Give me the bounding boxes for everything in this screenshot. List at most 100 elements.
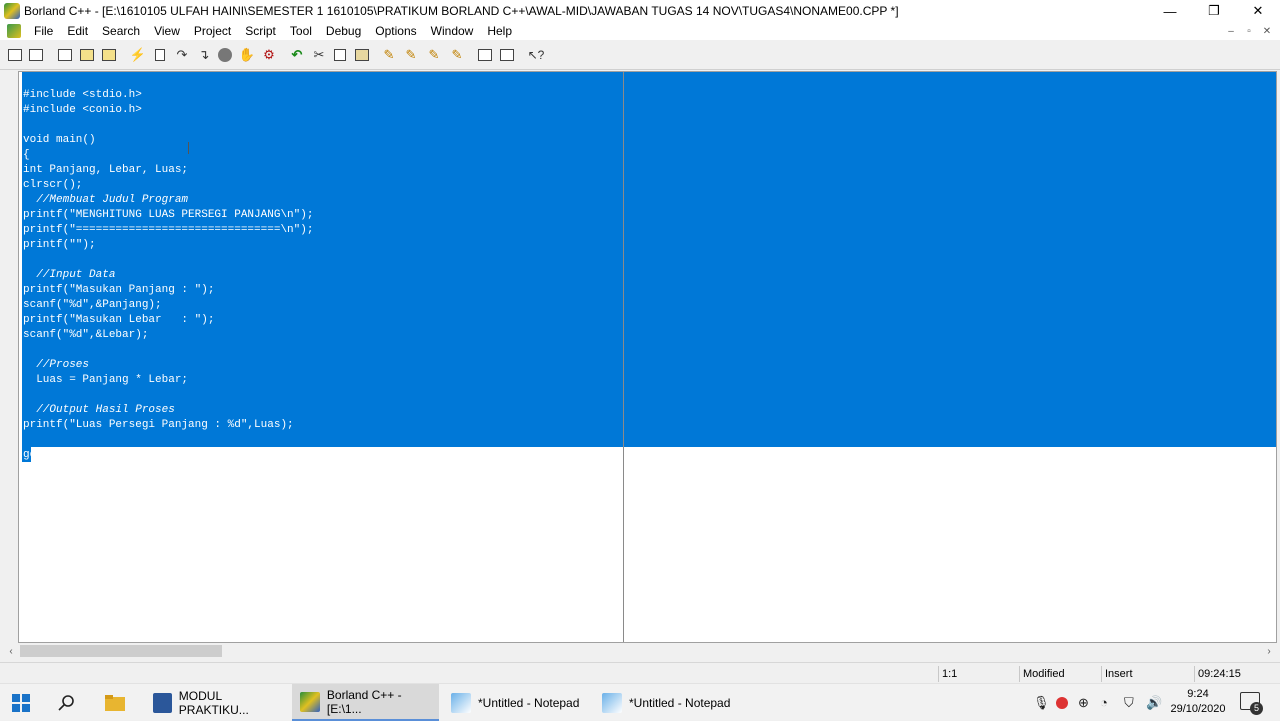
notepad-icon — [451, 692, 471, 713]
notification-center-icon[interactable]: 5 — [1240, 692, 1263, 715]
code-comment-line: //Input Data — [23, 269, 116, 281]
menu-view[interactable]: View — [147, 22, 187, 40]
open-project-icon[interactable] — [27, 46, 45, 64]
windows-start-icon[interactable] — [12, 684, 34, 721]
menu-edit[interactable]: Edit — [60, 22, 95, 40]
scroll-left-button[interactable]: ‹ — [3, 643, 19, 659]
step-over-icon[interactable]: ↷ — [173, 46, 191, 64]
code-line: scanf("%d",&Panjang); — [23, 299, 162, 311]
menu-script[interactable]: Script — [238, 22, 283, 40]
wifi-icon[interactable]: ◔ — [1100, 684, 1116, 721]
task-label: MODUL PRAKTIKU... — [178, 688, 249, 717]
make-icon[interactable]: ⚡ — [129, 46, 147, 64]
search-again-icon[interactable]: ✎ — [425, 46, 443, 64]
help-icon[interactable]: ↖? — [527, 46, 545, 64]
code-line: scanf("%d",&Lebar); — [23, 329, 149, 341]
mdi-restore-button[interactable]: ▫ — [1240, 26, 1258, 37]
file-explorer-icon[interactable] — [105, 684, 127, 721]
clock-time: 9:24 — [1187, 688, 1209, 700]
code-line: #include <stdio.h> — [23, 89, 142, 101]
right-margin-line — [623, 72, 624, 642]
task-notepad-1[interactable]: *Untitled - Notepad — [443, 684, 590, 721]
insert-mode-indicator: Insert — [1101, 666, 1193, 682]
borland-task-icon — [300, 691, 320, 712]
menu-search[interactable]: Search — [95, 22, 147, 40]
title-bar: Borland C++ - [E:\1610105 ULFAH HAINI\SE… — [0, 0, 1280, 22]
code-line: printf("Luas Persegi Panjang : %d",Luas)… — [23, 419, 294, 431]
taskbar-clock[interactable]: 9:24 29/10/2020 — [1162, 687, 1234, 717]
modified-indicator: Modified — [1019, 666, 1099, 682]
view-classes-icon[interactable] — [476, 46, 494, 64]
code-line: printf("===============================\… — [23, 224, 314, 236]
task-label: *Untitled - Notepad — [629, 695, 731, 710]
menu-debug[interactable]: Debug — [319, 22, 368, 40]
replace-icon[interactable]: ✎ — [402, 46, 420, 64]
paste-icon[interactable] — [353, 46, 371, 64]
close-button[interactable]: ✕ — [1236, 0, 1280, 22]
code-line: int Panjang, Lebar, Luas; — [23, 164, 189, 176]
task-label: Borland C++ - [E:\1... — [326, 687, 402, 716]
pause-icon[interactable]: ✋ — [238, 46, 256, 64]
browse-icon[interactable]: ✎ — [448, 46, 466, 64]
taskbar: MODUL PRAKTIKU... Borland C++ - [E:\1...… — [0, 683, 1280, 721]
code-line: printf("Masukan Panjang : "); — [23, 284, 215, 296]
code-line: printf("MENGHITUNG LUAS PERSEGI PANJANG\… — [23, 209, 314, 221]
new-project-icon[interactable] — [6, 46, 24, 64]
menu-project[interactable]: Project — [187, 22, 238, 40]
search-icon[interactable] — [58, 684, 80, 721]
menu-file[interactable]: File — [27, 22, 60, 40]
mdi-close-button[interactable]: ✕ — [1258, 26, 1276, 37]
menu-help[interactable]: Help — [480, 22, 519, 40]
document-system-icon[interactable] — [7, 24, 21, 38]
trace-into-icon[interactable]: ↴ — [195, 46, 213, 64]
menu-options[interactable]: Options — [368, 22, 423, 40]
horizontal-scrollbar[interactable]: ‹ › — [0, 643, 1280, 659]
run-icon[interactable]: ⚙ — [260, 46, 278, 64]
code-line: clrscr(); — [23, 179, 83, 191]
microphone-icon[interactable]: 🎙 — [1033, 684, 1050, 721]
restore-button[interactable]: ❐ — [1192, 0, 1236, 22]
shield-icon[interactable]: ⛉ — [1124, 684, 1140, 721]
code-line: } — [23, 464, 30, 476]
menu-tool[interactable]: Tool — [283, 22, 319, 40]
word-icon — [153, 692, 172, 713]
code-line: getche(); — [23, 449, 83, 461]
code-editor[interactable]: #include <stdio.h> #include <conio.h> voi… — [18, 71, 1277, 643]
menu-bar: File Edit Search View Project Script Too… — [0, 22, 1280, 40]
compile-icon[interactable] — [151, 46, 169, 64]
breakpoint-icon[interactable] — [216, 46, 234, 64]
menu-window[interactable]: Window — [424, 22, 481, 40]
task-modul-praktikum[interactable]: MODUL PRAKTIKU... — [145, 684, 288, 721]
task-borland[interactable]: Borland C++ - [E:\1... — [292, 684, 439, 721]
task-label: *Untitled - Notepad — [478, 695, 580, 710]
status-time: 09:24:15 — [1194, 666, 1278, 682]
volume-icon[interactable]: 🔊 — [1146, 684, 1162, 721]
borland-app-icon[interactable] — [4, 3, 20, 19]
code-line: void main() — [23, 134, 96, 146]
copy-icon[interactable] — [331, 46, 349, 64]
minimize-button[interactable]: — — [1148, 0, 1192, 22]
open-file-icon[interactable] — [78, 46, 96, 64]
task-notepad-2[interactable]: *Untitled - Notepad — [594, 684, 741, 721]
scroll-thumb[interactable] — [20, 645, 222, 657]
scroll-right-button[interactable]: › — [1261, 643, 1277, 659]
status-bar: 1:1 Modified Insert 09:24:15 — [0, 662, 1280, 683]
window-title: Borland C++ - [E:\1610105 ULFAH HAINI\SE… — [24, 4, 899, 18]
undo-icon[interactable]: ↶ — [288, 46, 306, 64]
find-icon[interactable]: ✎ — [380, 46, 398, 64]
code-comment-line: //Membuat Judul Program — [23, 194, 189, 206]
new-file-icon[interactable] — [56, 46, 74, 64]
cut-icon[interactable]: ✂ — [310, 46, 328, 64]
save-icon[interactable] — [100, 46, 118, 64]
mdi-minimize-button[interactable]: – — [1222, 26, 1240, 37]
view-globals-icon[interactable] — [498, 46, 516, 64]
code-lines[interactable]: #include <stdio.h> #include <conio.h> voi… — [23, 73, 313, 508]
record-icon[interactable] — [1056, 684, 1070, 721]
mouse-ibeam-cursor — [188, 142, 189, 154]
code-line: { — [23, 149, 30, 161]
network-globe-icon[interactable]: ⊕ — [1078, 684, 1094, 721]
